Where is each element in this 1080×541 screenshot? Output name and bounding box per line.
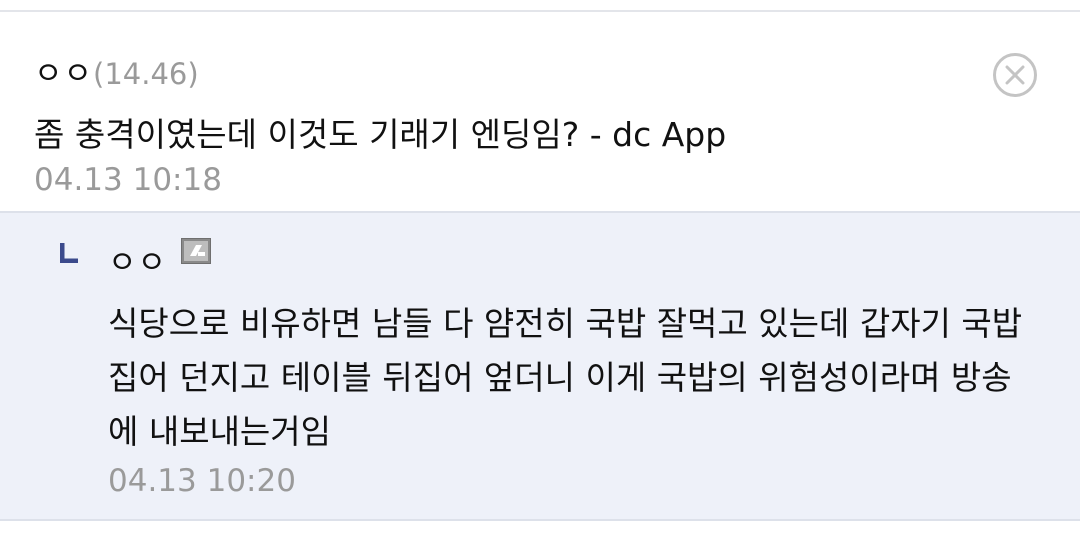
reply-item: ㅇㅇ 식당으로 비유하면 남들 다 얌전히 국밥 잘먹고 있는데 갑자기 국밥 … xyxy=(0,211,1080,521)
reply-text: 식당으로 비유하면 남들 다 얌전히 국밥 잘먹고 있는데 갑자기 국밥 집어 … xyxy=(108,297,1048,459)
reply-text-line: 집어 던지고 테이블 뒤집어 엎더니 이게 국밥의 위험성이라며 방송 xyxy=(108,358,1012,397)
comment-author-name[interactable]: ㅇㅇ xyxy=(34,48,93,93)
comment-timestamp: 04.13 10:18 xyxy=(34,162,222,198)
gallery-badge-icon xyxy=(181,238,212,264)
reply-author-name[interactable]: ㅇㅇ xyxy=(108,237,167,282)
comment-item: ㅇㅇ (14.46) 좀 충격이였는데 이것도 기래기 엔딩임? - dc Ap… xyxy=(0,12,1080,211)
reply-author-line: ㅇㅇ xyxy=(108,237,212,282)
reply-arrow-icon xyxy=(58,243,80,265)
reply-timestamp: 04.13 10:20 xyxy=(108,463,296,499)
comment-author-line: ㅇㅇ (14.46) xyxy=(34,48,199,92)
reply-text-line: 에 내보내는거임 xyxy=(108,412,332,451)
close-circle-icon[interactable] xyxy=(992,52,1038,98)
comment-text: 좀 충격이였는데 이것도 기래기 엔딩임? - dc App xyxy=(34,115,727,154)
reply-text-line: 식당으로 비유하면 남들 다 얌전히 국밥 잘먹고 있는데 갑자기 국밥 xyxy=(108,304,1023,343)
comment-author-ip: (14.46) xyxy=(93,57,199,91)
